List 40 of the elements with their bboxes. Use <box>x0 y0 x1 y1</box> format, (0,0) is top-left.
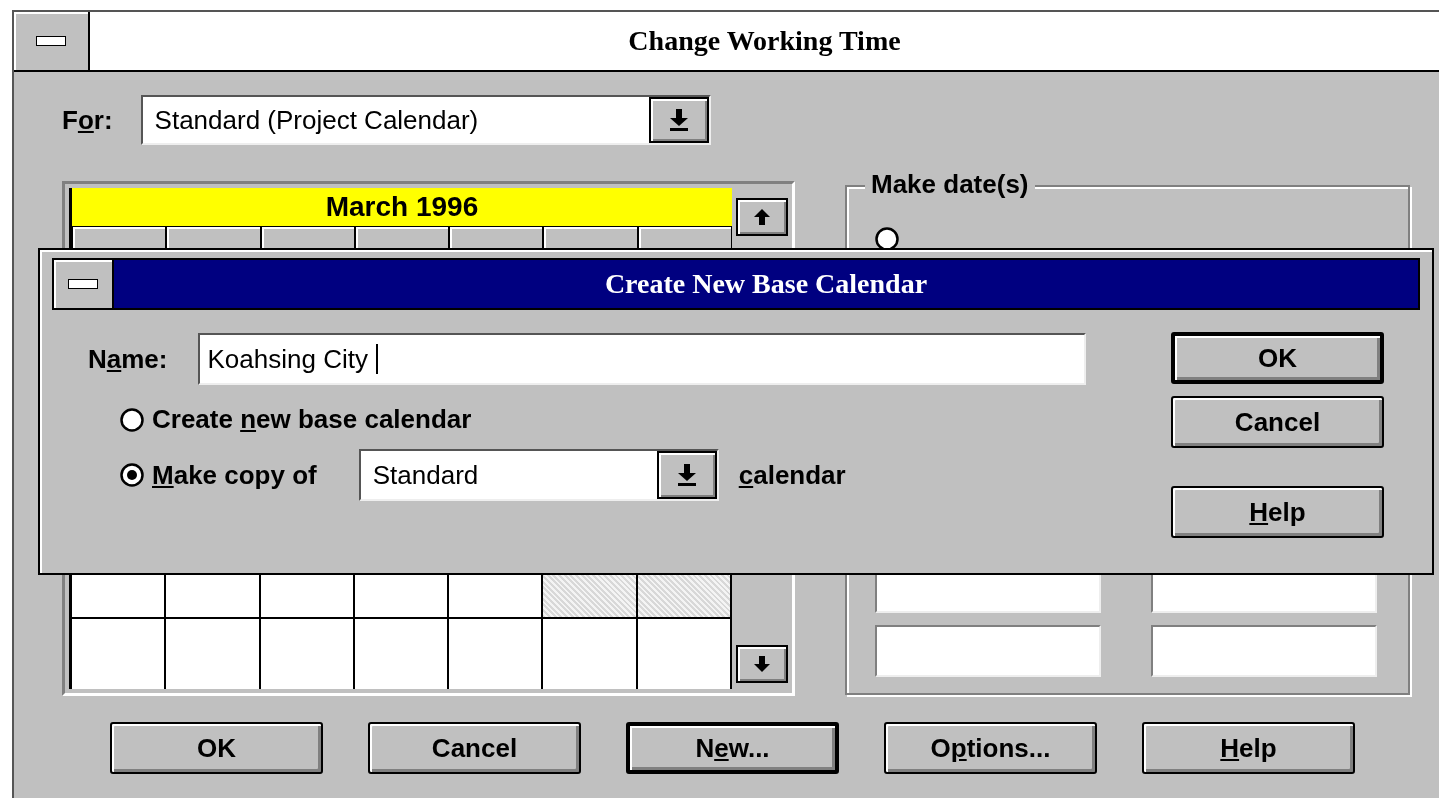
calendar-day-cell[interactable] <box>354 617 450 689</box>
dialog-button[interactable]: Cancel <box>368 722 581 774</box>
calendar-day-cell[interactable] <box>543 617 638 689</box>
month-header: March 1996 <box>72 188 732 226</box>
field-label: Name: <box>88 343 168 375</box>
system-menu-icon[interactable] <box>68 279 98 289</box>
radio-button[interactable] <box>120 463 144 487</box>
calendar-dropdown[interactable]: Standard <box>358 449 719 501</box>
field-label: calendar <box>738 459 846 491</box>
dialog-button[interactable]: Help <box>1142 722 1355 774</box>
scroll-up-button[interactable] <box>736 198 788 236</box>
name-field[interactable]: Koahsing City <box>197 333 1086 385</box>
dialog-button[interactable]: Help <box>1171 486 1384 538</box>
arrow-down-icon <box>677 464 696 486</box>
dialog-button[interactable]: OK <box>110 722 323 774</box>
calendar-dropdown[interactable]: Standard (Project Calendar) <box>140 95 711 145</box>
dialog-button[interactable]: New... <box>626 722 839 774</box>
text-cursor <box>375 344 378 374</box>
scroll-down-button[interactable] <box>736 645 788 683</box>
calendar-day-cell[interactable] <box>449 617 544 689</box>
system-menu-icon[interactable] <box>36 36 66 46</box>
dialog-button[interactable]: OK <box>1171 332 1384 384</box>
radio-button[interactable] <box>875 227 899 251</box>
arrow-up-icon <box>754 209 770 225</box>
field-label: For: <box>62 104 113 136</box>
time-field[interactable] <box>1151 625 1377 677</box>
calendar-day-cell[interactable] <box>637 617 732 689</box>
dialog-button[interactable]: Options... <box>884 722 1097 774</box>
arrow-down-icon <box>669 109 688 131</box>
arrow-down-icon <box>754 656 770 672</box>
calendar-day-cell[interactable] <box>260 617 355 689</box>
radio-button[interactable] <box>120 407 144 432</box>
dialog-title: Create New Base Calendar <box>114 260 1418 308</box>
radio-label: Make copy of <box>152 459 317 491</box>
radio-label: Create new base calendar <box>152 404 472 435</box>
time-field[interactable] <box>875 625 1101 677</box>
dialog-button[interactable]: Cancel <box>1171 396 1384 448</box>
calendar-day-cell[interactable] <box>166 617 261 689</box>
window-title: Change Working Time <box>90 12 1439 70</box>
calendar-day-cell[interactable] <box>72 617 167 689</box>
